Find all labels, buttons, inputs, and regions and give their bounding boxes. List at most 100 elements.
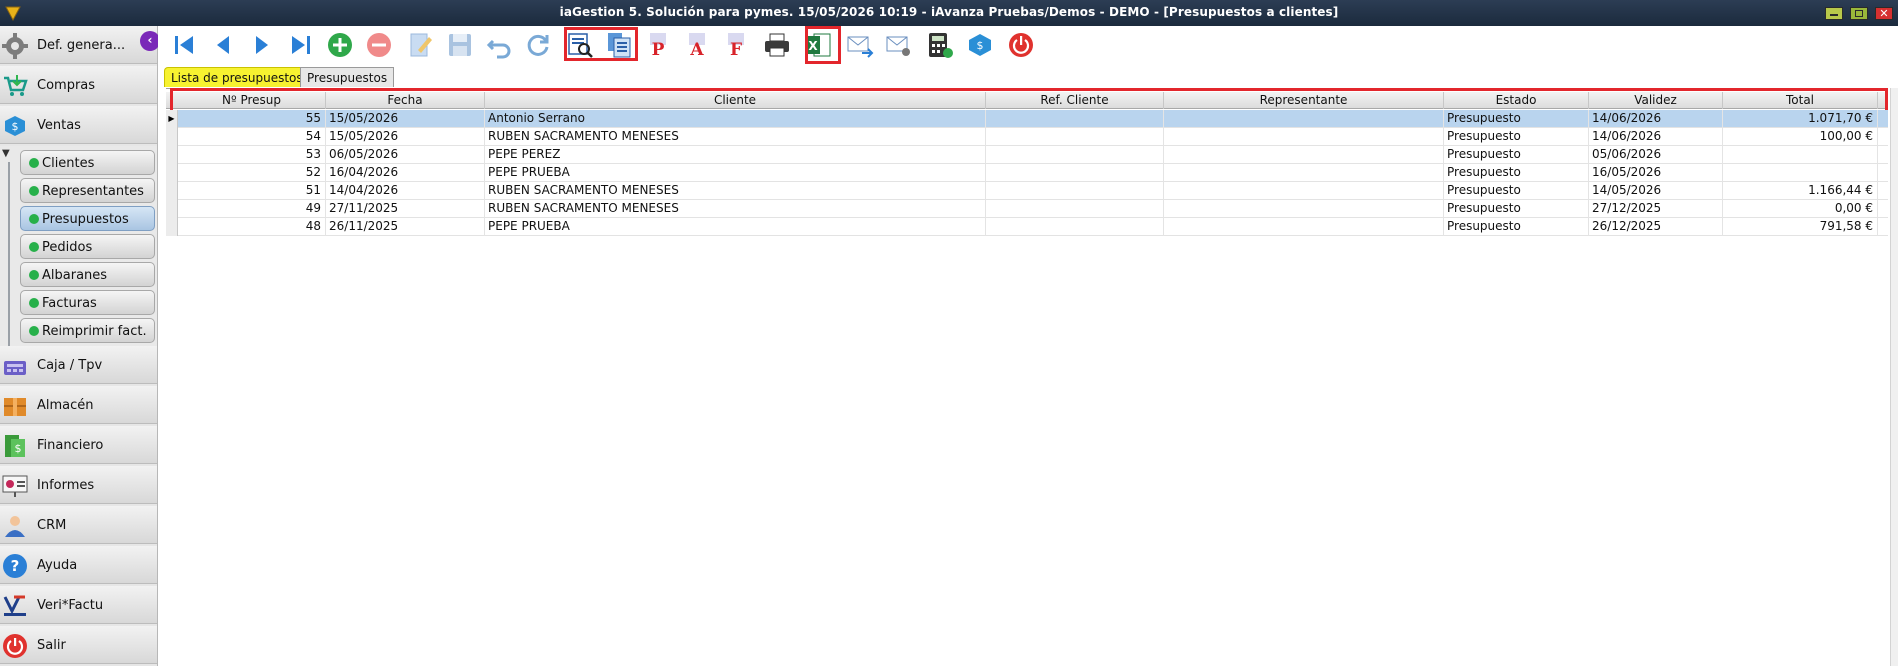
send-mail-icon[interactable]	[846, 31, 874, 59]
cell-cliente: RUBEN SACRAMENTO MENESES	[485, 182, 986, 200]
sidebar-item-financiero[interactable]: $ Financiero	[0, 426, 157, 464]
sidebar-item-crm[interactable]: CRM	[0, 506, 157, 544]
undo-icon[interactable]	[485, 31, 513, 59]
sidebar-item-label: Veri*Factu	[37, 598, 104, 613]
sidebar-item-label: Salir	[37, 638, 66, 653]
table-row[interactable]: 48 26/11/2025 PEPE PRUEBA Presupuesto 26/12/…	[166, 218, 1888, 236]
first-record-icon[interactable]	[170, 31, 198, 59]
row-selector[interactable]	[166, 200, 178, 218]
calculator-icon[interactable]	[926, 31, 954, 59]
pdf-p-icon[interactable]: P	[644, 31, 672, 59]
cell-ref	[986, 182, 1164, 200]
submenu-item-label: Pedidos	[42, 240, 93, 255]
cell-fecha: 16/04/2026	[326, 164, 485, 182]
row-selector[interactable]	[166, 182, 178, 200]
sidebar-item-informes[interactable]: Informes	[0, 466, 157, 504]
cell-rep	[1164, 146, 1444, 164]
last-record-icon[interactable]	[287, 31, 315, 59]
sidebar-item-ayuda[interactable]: ? Ayuda	[0, 546, 157, 584]
chevron-left-icon: ‹	[147, 33, 153, 47]
submenu-item-presupuestos[interactable]: Presupuestos	[20, 206, 155, 231]
cell-ref	[986, 146, 1164, 164]
collapse-sidebar-button[interactable]: ‹	[140, 31, 160, 51]
submenu-item-reimprimir-fact[interactable]: Reimprimir fact.	[20, 318, 155, 343]
submenu-item-facturas[interactable]: Facturas	[20, 290, 155, 315]
vertical-scrollbar[interactable]	[1890, 88, 1898, 666]
pdf-f-icon[interactable]: F	[722, 31, 750, 59]
cell-validez: 14/06/2026	[1589, 128, 1723, 146]
table-row[interactable]: 53 06/05/2026 PEPE PEREZ Presupuesto 05/06/2…	[166, 146, 1888, 164]
table-row[interactable]: 49 27/11/2025 RUBEN SACRAMENTO MENESES Pres…	[166, 200, 1888, 218]
printer-icon[interactable]	[763, 31, 791, 59]
money-icon: $	[5, 435, 25, 457]
submenu-item-label: Clientes	[42, 156, 95, 171]
submenu-item-albaranes[interactable]: Albaranes	[20, 262, 155, 287]
tab-presupuestos[interactable]: Presupuestos	[300, 67, 395, 87]
delete-icon[interactable]	[365, 31, 393, 59]
cell-num: 48	[178, 218, 326, 236]
row-selector[interactable]	[166, 128, 178, 146]
cell-rep	[1164, 110, 1444, 128]
submenu-item-clientes[interactable]: Clientes	[20, 150, 155, 175]
cash-register-icon	[4, 361, 26, 375]
table-row[interactable]: 52 16/04/2026 PEPE PRUEBA Presupuesto 16/05/…	[166, 164, 1888, 182]
cell-total	[1723, 146, 1878, 164]
window-title: iaGestion 5. Solución para pymes. 15/05/…	[559, 5, 1339, 19]
sidebar-item-verifactu[interactable]: Veri*Factu	[0, 586, 157, 624]
cell-total: 100,00 €	[1723, 128, 1878, 146]
pdf-a-icon[interactable]: A	[683, 31, 711, 59]
cell-validez: 26/12/2025	[1589, 218, 1723, 236]
power-icon[interactable]	[1007, 31, 1035, 59]
close-button[interactable]: ✕	[1875, 7, 1893, 20]
add-icon[interactable]	[326, 31, 354, 59]
submenu-item-label: Representantes	[42, 184, 144, 199]
table-row[interactable]: 54 15/05/2026 RUBEN SACRAMENTO MENESES Pres…	[166, 128, 1888, 146]
sidebar: Def. genera... Compras $ Ventas ▼ Client…	[0, 26, 158, 666]
cell-fecha: 06/05/2026	[326, 146, 485, 164]
sidebar-item-salir[interactable]: Salir	[0, 626, 157, 664]
sidebar-item-almacen[interactable]: Almacén	[0, 386, 157, 424]
submenu-item-representantes[interactable]: Representantes	[20, 178, 155, 203]
cell-num: 55	[178, 110, 326, 128]
cell-estado: Presupuesto	[1444, 146, 1589, 164]
table-row[interactable]: ▶ 55 15/05/2026 Antonio Serrano Presupuesto 1…	[166, 110, 1888, 128]
svg-text:$: $	[15, 442, 22, 455]
minimize-button[interactable]	[1825, 7, 1843, 20]
row-selector[interactable]	[166, 164, 178, 182]
sales-tag-icon[interactable]: $	[966, 31, 994, 59]
refresh-icon[interactable]	[524, 31, 552, 59]
save-icon[interactable]	[446, 31, 474, 59]
cell-estado: Presupuesto	[1444, 128, 1589, 146]
row-selector[interactable]	[166, 218, 178, 236]
collapse-chevron-icon[interactable]: ▼	[2, 148, 10, 159]
sidebar-item-caja-tpv[interactable]: Caja / Tpv	[0, 346, 157, 384]
row-selector[interactable]	[166, 146, 178, 164]
next-record-icon[interactable]	[248, 31, 276, 59]
cell-fecha: 14/04/2026	[326, 182, 485, 200]
row-selector-arrow-icon[interactable]: ▶	[166, 110, 178, 128]
mail-settings-icon[interactable]	[885, 31, 913, 59]
cell-total: 1.071,70 €	[1723, 110, 1878, 128]
sidebar-item-label: Def. genera...	[37, 38, 126, 53]
sidebar-item-ventas[interactable]: $ Ventas	[0, 106, 157, 144]
tab-lista-presupuestos[interactable]: Lista de presupuestos	[164, 67, 310, 87]
sidebar-item-def-general[interactable]: Def. genera...	[0, 26, 157, 64]
status-dot-icon	[29, 298, 39, 308]
sidebar-item-label: Ventas	[37, 118, 81, 133]
status-dot-icon	[29, 242, 39, 252]
cell-ref	[986, 128, 1164, 146]
help-icon: ?	[3, 554, 27, 578]
cell-ref	[986, 218, 1164, 236]
toolbar: P A F X $	[158, 26, 1898, 64]
status-dot-icon	[29, 186, 39, 196]
previous-record-icon[interactable]	[209, 31, 237, 59]
sidebar-item-label: Financiero	[37, 438, 104, 453]
cell-estado: Presupuesto	[1444, 110, 1589, 128]
tab-bar: Lista de presupuestos Presupuestos	[158, 64, 1898, 88]
maximize-button[interactable]	[1850, 7, 1868, 20]
sidebar-item-compras[interactable]: Compras	[0, 66, 157, 104]
edit-icon[interactable]	[407, 31, 435, 59]
submenu-item-pedidos[interactable]: Pedidos	[20, 234, 155, 259]
table-row[interactable]: 51 14/04/2026 RUBEN SACRAMENTO MENESES Pres…	[166, 182, 1888, 200]
cell-cliente: Antonio Serrano	[485, 110, 986, 128]
